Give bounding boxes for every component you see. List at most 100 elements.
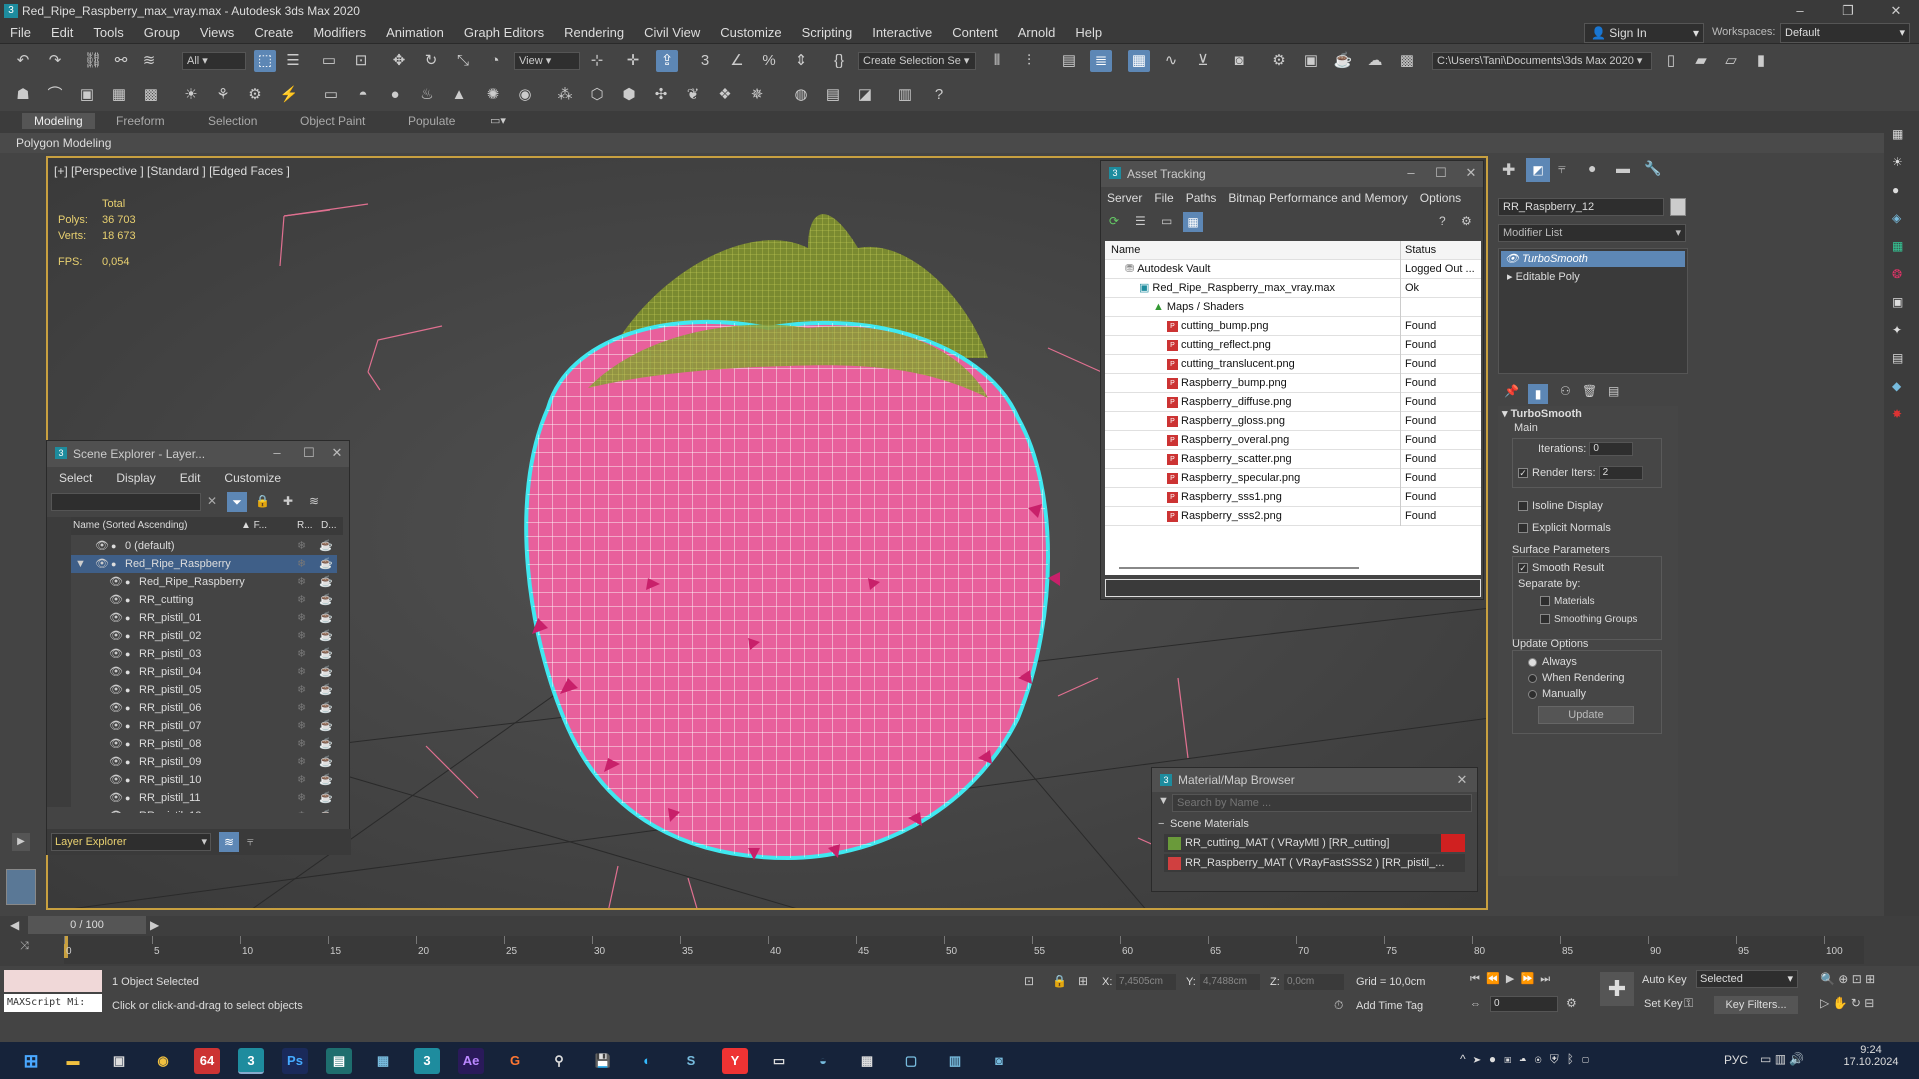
- vray-icon[interactable]: ⚡: [278, 84, 300, 106]
- go-to-start-icon[interactable]: ⏮: [1470, 973, 1480, 985]
- project-icon[interactable]: ▯: [1660, 50, 1682, 72]
- asset-menu-options[interactable]: Options: [1414, 187, 1467, 209]
- selection-lock-icon[interactable]: 🔒: [1052, 974, 1067, 988]
- zoom-all-icon[interactable]: ⊕: [1838, 972, 1848, 986]
- save-icon[interactable]: 💾: [590, 1048, 616, 1074]
- scene-tree-row[interactable]: 👁 ● RR_pistil_06 ❄ ☕: [71, 699, 337, 717]
- grid-tool-icon[interactable]: ▦: [1892, 239, 1903, 253]
- asset-tracking-titlebar[interactable]: 3 Asset Tracking – ☐ ✕: [1101, 161, 1483, 187]
- volume-icon[interactable]: 🔊: [1789, 1052, 1804, 1066]
- menu-group[interactable]: Group: [134, 22, 190, 44]
- previous-frame-icon[interactable]: ⏪: [1486, 973, 1500, 985]
- stack-item-editable-poly[interactable]: ▸ Editable Poly: [1501, 269, 1685, 285]
- object-name-field[interactable]: RR_Raspberry_12: [1498, 198, 1664, 216]
- render-setup-icon[interactable]: ⚙: [1268, 50, 1290, 72]
- box-icon[interactable]: ▣: [1892, 295, 1903, 309]
- eye-icon[interactable]: 👁: [109, 699, 123, 717]
- helper-icon[interactable]: ▦: [108, 84, 130, 106]
- ribbon-tab-selection[interactable]: Selection: [208, 114, 257, 128]
- language-indicator[interactable]: РУС: [1724, 1053, 1748, 1067]
- materials-checkbox[interactable]: [1540, 596, 1550, 607]
- eye-icon[interactable]: 👁: [109, 645, 123, 663]
- eye-icon[interactable]: 👁: [109, 573, 123, 591]
- freeze-icon[interactable]: ❄: [297, 717, 306, 735]
- freeze-icon[interactable]: ❄: [297, 645, 306, 663]
- asset-menu-bitmap-performance-and-memory[interactable]: Bitmap Performance and Memory: [1222, 187, 1413, 209]
- scene-tree-row[interactable]: 👁 ● RR_cutting ❄ ☕: [71, 591, 337, 609]
- play-icon[interactable]: ▶: [1506, 973, 1514, 985]
- sun-icon[interactable]: ▲: [448, 84, 470, 106]
- toggle-layer-explorer-icon[interactable]: ≣: [1090, 50, 1112, 72]
- menu-help[interactable]: Help: [1065, 22, 1112, 44]
- vray-scene-converter-icon[interactable]: ◪: [854, 84, 876, 106]
- polygon-modeling-label[interactable]: Polygon Modeling: [16, 136, 111, 150]
- checker-icon[interactable]: ▦: [1892, 127, 1903, 141]
- teapot-icon[interactable]: ☕: [319, 681, 333, 699]
- light-icon[interactable]: ☀: [180, 84, 202, 106]
- layer-stack-icon[interactable]: ≋: [309, 494, 319, 508]
- shape-icon[interactable]: ⌒: [44, 84, 66, 106]
- rectangle-selection-icon[interactable]: ▭: [318, 50, 340, 72]
- light-lister-icon[interactable]: ✸: [1892, 407, 1902, 421]
- app-64-icon[interactable]: 64: [194, 1048, 220, 1074]
- menu-file[interactable]: File: [0, 22, 41, 44]
- asset-row[interactable]: P Raspberry_sss1.png Found: [1105, 488, 1481, 507]
- help-icon[interactable]: ?: [1439, 214, 1446, 228]
- network-app-icon[interactable]: ▣: [1504, 1052, 1519, 1066]
- motion-tab-icon[interactable]: ●: [1588, 160, 1596, 176]
- placement-icon[interactable]: ◔: [484, 50, 506, 72]
- maximize-button[interactable]: ❐: [1828, 0, 1868, 22]
- vray-decal-icon[interactable]: ✵: [746, 84, 768, 106]
- go-to-end-icon[interactable]: ⏭: [1540, 973, 1550, 985]
- vray-material-icon[interactable]: ❂: [1892, 267, 1902, 281]
- x-coordinate-field[interactable]: 7,4505cm: [1116, 974, 1176, 990]
- ambient-light-icon[interactable]: ◉: [514, 84, 536, 106]
- zoom-extents-all-icon[interactable]: ⊞: [1865, 972, 1875, 986]
- asset-row[interactable]: Pcutting_bump.png Found: [1105, 317, 1481, 336]
- teapot-icon[interactable]: ☕: [319, 591, 333, 609]
- ribbon-tab-populate[interactable]: Populate: [408, 114, 455, 128]
- select-manipulate-icon[interactable]: ✛: [622, 50, 644, 72]
- y-coordinate-field[interactable]: 4,7488cm: [1200, 974, 1260, 990]
- time-config-icon[interactable]: ⚙: [1566, 996, 1577, 1010]
- render-iters-checkbox[interactable]: ✓: [1518, 468, 1528, 478]
- 3dsmax-icon[interactable]: 3: [414, 1048, 440, 1074]
- configure-modifier-sets-icon[interactable]: ▤: [1608, 384, 1619, 398]
- asset-row[interactable]: Pcutting_reflect.png Found: [1105, 336, 1481, 355]
- freeze-icon[interactable]: ❄: [297, 807, 306, 813]
- ies-light-icon[interactable]: ♨: [416, 84, 438, 106]
- column-renderable-header[interactable]: R...: [297, 517, 313, 535]
- cube-icon[interactable]: ◆: [1892, 379, 1901, 393]
- key-filters-button[interactable]: Key Filters...: [1714, 996, 1798, 1014]
- app-icon[interactable]: ▤: [326, 1048, 352, 1074]
- render-in-cloud-icon[interactable]: ☁: [1364, 50, 1386, 72]
- eye-icon[interactable]: 👁: [95, 555, 109, 573]
- vray-material-icon[interactable]: ❖: [714, 84, 736, 106]
- freeze-icon[interactable]: ❄: [297, 555, 306, 573]
- chevron-up-icon[interactable]: ^: [1460, 1052, 1474, 1066]
- column-name-header[interactable]: Name: [1105, 241, 1401, 260]
- freeze-icon[interactable]: ❄: [297, 735, 306, 753]
- eye-icon[interactable]: 👁: [95, 537, 109, 555]
- after-effects-icon[interactable]: Ae: [458, 1048, 484, 1074]
- task-view-icon[interactable]: ▣: [106, 1048, 132, 1074]
- search-icon[interactable]: ⚲: [546, 1048, 572, 1074]
- teapot-icon[interactable]: ☕: [319, 789, 333, 807]
- calculator-icon[interactable]: ▦: [854, 1048, 880, 1074]
- asset-row[interactable]: P Raspberry_scatter.png Found: [1105, 450, 1481, 469]
- manually-radio[interactable]: [1528, 689, 1537, 699]
- material-item[interactable]: RR_cutting_MAT ( VRayMtl ) [RR_cutting]: [1164, 834, 1465, 852]
- schematic-view-icon[interactable]: ⊻: [1192, 50, 1214, 72]
- scene-tree-row[interactable]: 👁 ● RR_pistil_05 ❄ ☕: [71, 681, 337, 699]
- table-view-icon[interactable]: ▦: [1183, 212, 1203, 232]
- minimize-button[interactable]: –: [1401, 165, 1421, 180]
- ime-icon[interactable]: ▢: [1582, 1052, 1597, 1066]
- app-s-icon[interactable]: S: [678, 1048, 704, 1074]
- eye-icon[interactable]: 👁: [109, 753, 123, 771]
- asset-row[interactable]: P Raspberry_bump.png Found: [1105, 374, 1481, 393]
- vray-frame-buffer-icon[interactable]: ◍: [790, 84, 812, 106]
- scene-tree-row[interactable]: 👁 ● RR_pistil_09 ❄ ☕: [71, 753, 337, 771]
- teapot-icon[interactable]: ☗: [12, 84, 34, 106]
- asset-row[interactable]: P Raspberry_sss2.png Found: [1105, 507, 1481, 526]
- scene-menu-select[interactable]: Select: [47, 467, 104, 489]
